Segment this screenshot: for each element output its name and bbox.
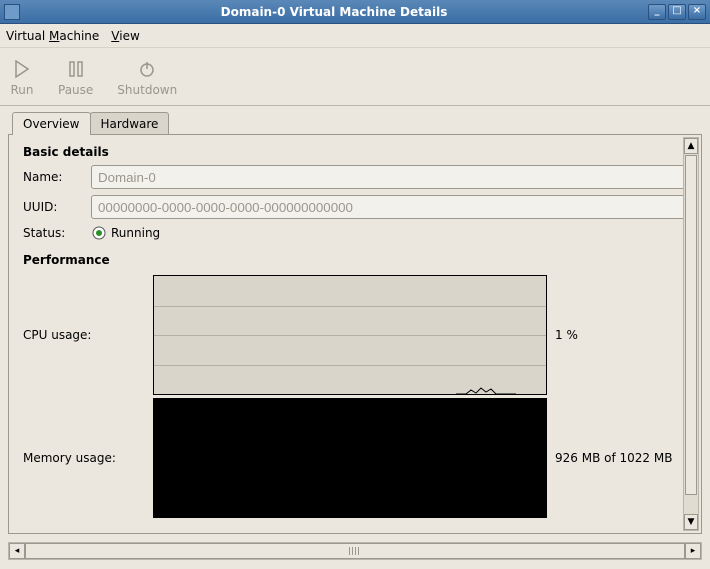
window-icon	[4, 4, 20, 20]
status-label: Status:	[23, 226, 83, 240]
memory-usage-chart	[153, 398, 547, 518]
uuid-label: UUID:	[23, 200, 83, 214]
horizontal-scroll-thumb[interactable]	[25, 543, 685, 559]
pause-button[interactable]: Pause	[58, 57, 93, 97]
tab-panel-overview: Basic details Name: UUID: Status: Runnin…	[8, 134, 702, 534]
memory-value: 926 MB of 1022 MB	[555, 451, 672, 465]
memory-label: Memory usage:	[23, 451, 153, 465]
cpu-label: CPU usage:	[23, 328, 153, 342]
maximize-button[interactable]: □	[668, 4, 686, 20]
scroll-right-button[interactable]: ▸	[685, 543, 701, 559]
tab-bar: Overview Hardware	[12, 112, 702, 135]
power-icon	[135, 57, 159, 81]
run-button[interactable]: Run	[10, 57, 34, 97]
titlebar: Domain-0 Virtual Machine Details _ □ ×	[0, 0, 710, 24]
minimize-button[interactable]: _	[648, 4, 666, 20]
uuid-row: UUID:	[23, 195, 687, 219]
status-row: Status: Running	[23, 225, 687, 241]
uuid-field[interactable]	[91, 195, 687, 219]
name-label: Name:	[23, 170, 83, 184]
cpu-value: 1 %	[555, 328, 578, 342]
vertical-scroll-thumb[interactable]	[685, 155, 697, 495]
pause-label: Pause	[58, 83, 93, 97]
cpu-spike	[456, 384, 516, 394]
memory-row: Memory usage: 926 MB of 1022 MB	[23, 398, 687, 518]
performance-section: CPU usage: 1 % Memory usage: 926 MB of 1…	[23, 275, 687, 518]
shutdown-button[interactable]: Shutdown	[117, 57, 177, 97]
tab-hardware[interactable]: Hardware	[90, 112, 170, 135]
content-area: Overview Hardware Basic details Name: UU…	[0, 106, 710, 540]
horizontal-scrollbar[interactable]: ◂ ▸	[8, 542, 702, 560]
vertical-scrollbar[interactable]: ▲ ▼	[683, 137, 699, 531]
horizontal-scroll-track[interactable]	[25, 543, 685, 559]
name-row: Name:	[23, 165, 687, 189]
window-controls: _ □ ×	[648, 4, 706, 20]
window-title: Domain-0 Virtual Machine Details	[20, 5, 648, 19]
running-icon	[91, 225, 107, 241]
toolbar: Run Pause Shutdown	[0, 48, 710, 106]
close-button[interactable]: ×	[688, 4, 706, 20]
shutdown-label: Shutdown	[117, 83, 177, 97]
menubar: Virtual Machine View	[0, 24, 710, 48]
tab-overview[interactable]: Overview	[12, 112, 91, 135]
scroll-left-button[interactable]: ◂	[9, 543, 25, 559]
scroll-down-button[interactable]: ▼	[684, 514, 698, 530]
cpu-row: CPU usage: 1 %	[23, 275, 687, 395]
name-field[interactable]	[91, 165, 687, 189]
play-icon	[10, 57, 34, 81]
menu-view[interactable]: View	[111, 29, 139, 43]
scroll-up-button[interactable]: ▲	[684, 138, 698, 154]
status-value: Running	[111, 226, 160, 240]
cpu-usage-chart	[153, 275, 547, 395]
pause-icon	[64, 57, 88, 81]
run-label: Run	[10, 83, 33, 97]
performance-heading: Performance	[23, 253, 687, 267]
basic-details-heading: Basic details	[23, 145, 687, 159]
menu-virtual-machine[interactable]: Virtual Machine	[6, 29, 99, 43]
